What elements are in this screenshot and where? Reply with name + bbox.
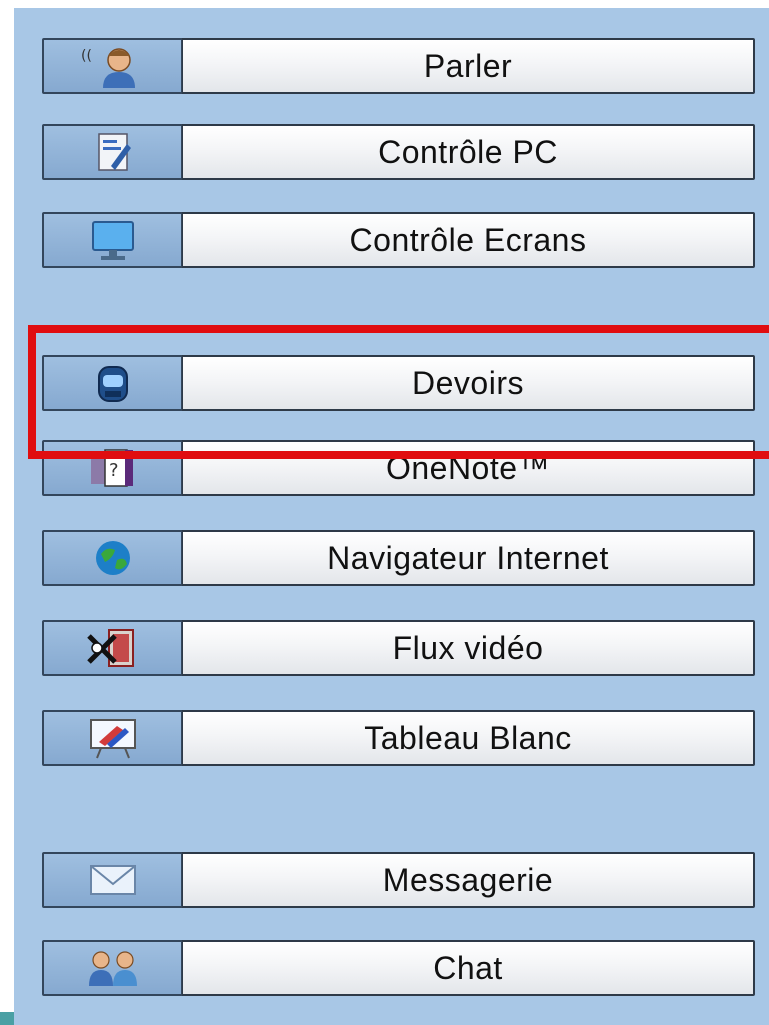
monitor-icon [89,218,137,262]
tableau-blanc-icon-button[interactable] [42,710,182,766]
controle-ecrans-row: Contrôle Ecrans [42,212,755,268]
flux-video-row: Flux vidéo [42,620,755,676]
svg-text:((: (( [81,48,92,64]
onenote-button[interactable]: OneNote™ [182,440,755,496]
devoirs-icon-button[interactable] [42,355,182,411]
controle-pc-button[interactable]: Contrôle PC [182,124,755,180]
video-stream-icon [85,626,141,670]
onenote-row: ? OneNote™ [42,440,755,496]
onenote-icon: ? [85,446,141,490]
controle-ecrans-button[interactable]: Contrôle Ecrans [182,212,755,268]
globe-icon [91,536,135,580]
flux-video-icon-button[interactable] [42,620,182,676]
messagerie-row: Messagerie [42,852,755,908]
document-pen-icon [91,130,135,174]
navigateur-icon-button[interactable] [42,530,182,586]
speaking-person-icon: (( [73,44,153,88]
chat-row: Chat [42,940,755,996]
envelope-icon [85,860,141,900]
devoirs-row: Devoirs [42,355,755,411]
tableau-blanc-button[interactable]: Tableau Blanc [182,710,755,766]
messagerie-icon-button[interactable] [42,852,182,908]
chat-icon-button[interactable] [42,940,182,996]
devoirs-button[interactable]: Devoirs [182,355,755,411]
parler-row: (( Parler [42,38,755,94]
whiteboard-icon [87,716,139,760]
parler-icon-button[interactable]: (( [42,38,182,94]
chat-button[interactable]: Chat [182,940,755,996]
messagerie-button[interactable]: Messagerie [182,852,755,908]
controle-ecrans-icon-button[interactable] [42,212,182,268]
parler-button[interactable]: Parler [182,38,755,94]
flux-video-button[interactable]: Flux vidéo [182,620,755,676]
svg-text:?: ? [109,460,119,481]
window-edge [0,1012,14,1025]
tableau-blanc-row: Tableau Blanc [42,710,755,766]
controle-pc-icon-button[interactable] [42,124,182,180]
navigateur-button[interactable]: Navigateur Internet [182,530,755,586]
chat-users-icon [81,946,145,990]
onenote-icon-button[interactable]: ? [42,440,182,496]
controle-pc-row: Contrôle PC [42,124,755,180]
homework-case-icon [89,361,137,405]
navigateur-row: Navigateur Internet [42,530,755,586]
